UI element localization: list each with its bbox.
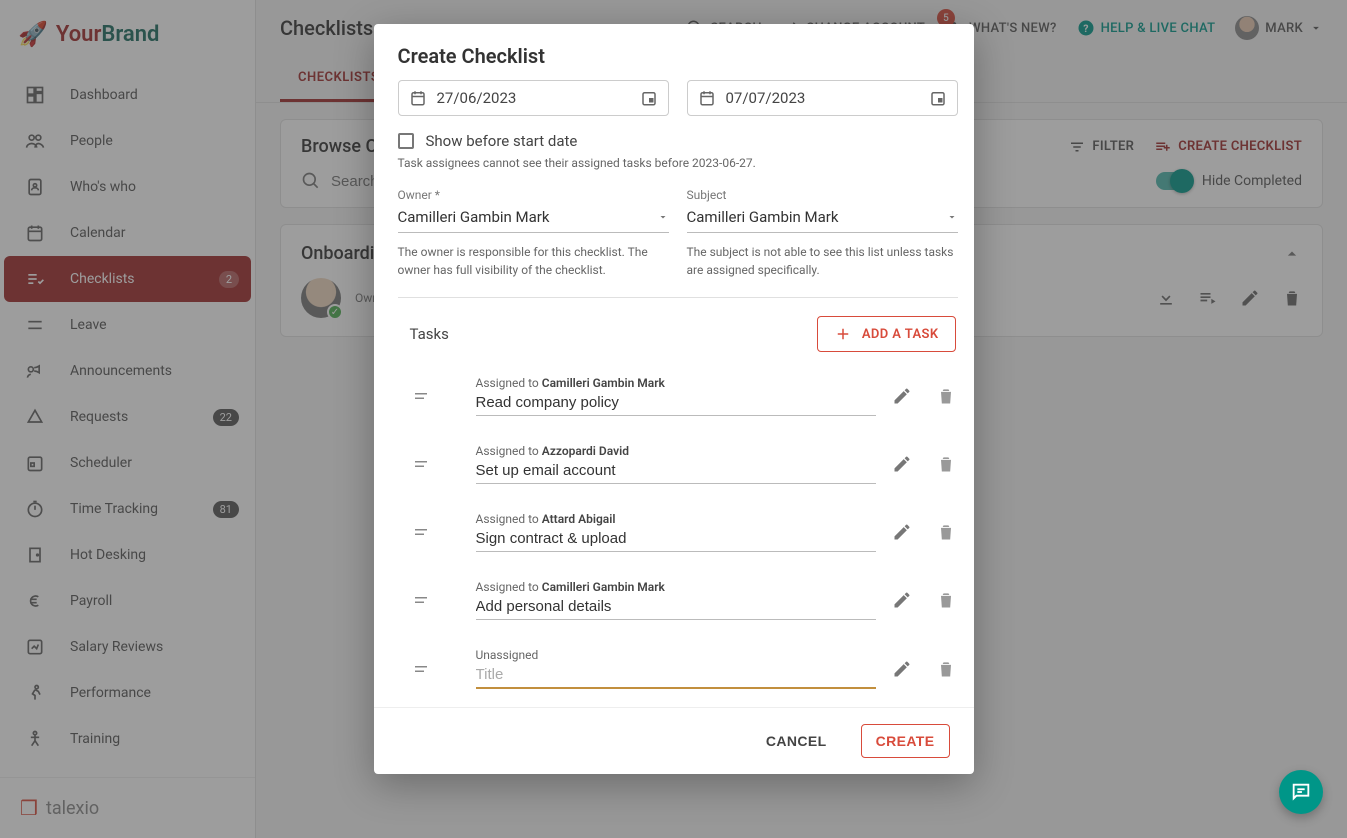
edit-icon[interactable] (892, 454, 912, 474)
cancel-button[interactable]: CANCEL (752, 725, 841, 757)
modal-body: 27/06/2023 07/07/2023 Show before start … (374, 72, 974, 707)
task-assignee: Assigned to Camilleri Gambin Mark (476, 580, 876, 594)
delete-icon[interactable] (936, 454, 956, 474)
delete-icon[interactable] (936, 590, 956, 610)
chat-icon (1290, 781, 1312, 803)
end-date-field[interactable]: 07/07/2023 (687, 80, 958, 116)
edit-icon[interactable] (892, 386, 912, 406)
owner-label: Owner * (398, 188, 669, 202)
checkbox-icon[interactable] (398, 133, 414, 149)
task-row: Unassigned (398, 634, 958, 703)
tasks-heading: Tasks (410, 325, 449, 343)
drag-handle-icon[interactable] (412, 387, 432, 405)
edit-icon[interactable] (892, 590, 912, 610)
task-title-input[interactable] (476, 526, 876, 552)
task-row: Assigned to Attard Abigail (398, 498, 958, 566)
owner-select[interactable]: Camilleri Gambin Mark (398, 202, 669, 233)
dropdown-icon (657, 211, 669, 223)
date-picker-icon (929, 89, 947, 107)
task-assignee: Assigned to Attard Abigail (476, 512, 876, 526)
create-checklist-modal: Create Checklist 27/06/2023 07/07/2023 (374, 24, 974, 774)
task-title-input[interactable] (476, 594, 876, 620)
show-before-note: Task assignees cannot see their assigned… (398, 156, 958, 170)
delete-icon[interactable] (936, 659, 956, 679)
drag-handle-icon[interactable] (412, 591, 432, 609)
drag-handle-icon[interactable] (412, 455, 432, 473)
delete-icon[interactable] (936, 522, 956, 542)
plus-icon (834, 325, 852, 343)
delete-icon[interactable] (936, 386, 956, 406)
task-title-input[interactable] (476, 458, 876, 484)
add-task-button[interactable]: ADD A TASK (817, 316, 956, 352)
edit-icon[interactable] (892, 522, 912, 542)
tasks-list: Assigned to Camilleri Gambin Mark Assign… (398, 362, 958, 703)
task-assignee: Assigned to Azzopardi David (476, 444, 876, 458)
subject-label: Subject (687, 188, 958, 202)
create-button[interactable]: CREATE (861, 724, 950, 758)
task-assignee: Assigned to Camilleri Gambin Mark (476, 376, 876, 390)
task-title-input[interactable] (476, 390, 876, 416)
owner-help: The owner is responsible for this checkl… (398, 243, 669, 279)
modal-footer: CANCEL CREATE (374, 707, 974, 774)
calendar-icon (698, 89, 716, 107)
subject-help: The subject is not able to see this list… (687, 243, 958, 279)
dropdown-icon (946, 211, 958, 223)
modal-title: Create Checklist (374, 24, 974, 72)
drag-handle-icon[interactable] (412, 523, 432, 541)
task-title-input[interactable] (476, 662, 876, 689)
date-picker-icon (640, 89, 658, 107)
drag-handle-icon[interactable] (412, 660, 432, 678)
task-row: Assigned to Camilleri Gambin Mark (398, 566, 958, 634)
chat-fab[interactable] (1279, 770, 1323, 814)
calendar-icon (409, 89, 427, 107)
task-row: Assigned to Camilleri Gambin Mark (398, 362, 958, 430)
show-before-checkbox-row[interactable]: Show before start date (398, 132, 958, 150)
task-assignee: Unassigned (476, 648, 876, 662)
subject-select[interactable]: Camilleri Gambin Mark (687, 202, 958, 233)
edit-icon[interactable] (892, 659, 912, 679)
task-row: Assigned to Azzopardi David (398, 430, 958, 498)
modal-overlay: Create Checklist 27/06/2023 07/07/2023 (0, 0, 1347, 838)
start-date-field[interactable]: 27/06/2023 (398, 80, 669, 116)
